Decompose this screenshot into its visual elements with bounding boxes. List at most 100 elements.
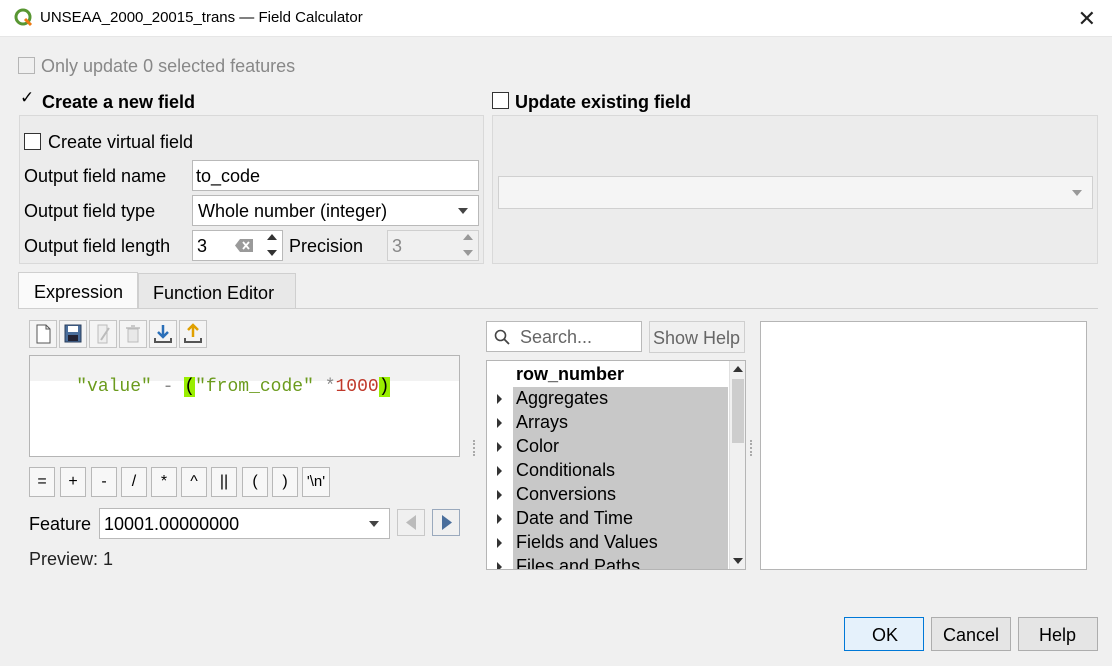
operator-minus-button[interactable]: -: [91, 467, 117, 497]
tree-item-date-and-time[interactable]: Date and Time: [487, 507, 728, 531]
tree-item-label: Conversions: [516, 484, 617, 504]
operator-newline-button[interactable]: '\n': [302, 467, 330, 497]
checkbox-box: ✓: [19, 88, 36, 109]
tree-item-label: Color: [516, 436, 560, 456]
chevron-down-icon: [369, 520, 379, 527]
tree-item-label: Files and Paths: [516, 556, 641, 570]
tree-item-label: row_number: [516, 364, 625, 384]
expression-editor[interactable]: "value" - ("from_code" *1000): [29, 355, 460, 457]
output-field-name-value: to_code: [196, 166, 261, 186]
expr-close-paren: ): [378, 377, 390, 397]
expand-arrow-icon[interactable]: [497, 562, 502, 569]
clear-icon[interactable]: [235, 239, 253, 252]
expr-operator-mult: *: [313, 377, 336, 397]
checkbox-box: [18, 57, 35, 74]
update-existing-field-label: Update existing field: [515, 92, 692, 112]
download-icon: [154, 325, 172, 343]
scroll-thumb[interactable]: [732, 379, 744, 443]
expand-arrow-icon[interactable]: [497, 514, 502, 524]
output-field-length-label: Output field length: [24, 236, 171, 256]
tree-item-color[interactable]: Color: [487, 435, 728, 459]
precision-spinbox[interactable]: 3: [387, 230, 479, 261]
delete-button[interactable]: [119, 320, 147, 348]
only-update-checkbox[interactable]: Only update 0 selected features: [18, 56, 318, 81]
expand-arrow-icon[interactable]: [497, 442, 502, 452]
close-icon[interactable]: ✕: [1078, 6, 1096, 32]
expand-arrow-icon[interactable]: [497, 466, 502, 476]
tree-item-conditionals[interactable]: Conditionals: [487, 459, 728, 483]
trash-icon: [126, 325, 140, 343]
virtual-field-checkbox[interactable]: Create virtual field: [24, 132, 244, 154]
checkbox-box: [492, 92, 509, 109]
splitter-handle[interactable]: [750, 440, 753, 456]
output-field-type-combo[interactable]: Whole number (integer): [192, 195, 479, 226]
spin-up-icon[interactable]: [267, 234, 277, 240]
output-field-type-label: Output field type: [24, 201, 156, 221]
operator-plus-button[interactable]: +: [60, 467, 86, 497]
operator-equals-button[interactable]: =: [29, 467, 55, 497]
export-button[interactable]: [179, 320, 207, 348]
previous-feature-button[interactable]: [397, 509, 425, 536]
operator-power-button[interactable]: ^: [181, 467, 207, 497]
expand-arrow-icon[interactable]: [497, 394, 502, 404]
operator-close-paren-button[interactable]: ): [272, 467, 298, 497]
expand-arrow-icon[interactable]: [497, 490, 502, 500]
output-field-type-value: Whole number (integer): [198, 201, 388, 221]
help-panel: [760, 321, 1087, 570]
expand-arrow-icon[interactable]: [497, 418, 502, 428]
tree-item-row-number[interactable]: row_number: [487, 363, 728, 387]
create-field-group: Create virtual field Output field name t…: [19, 115, 484, 264]
operator-multiply-button[interactable]: *: [151, 467, 177, 497]
help-button[interactable]: Help: [1018, 617, 1098, 651]
edit-button[interactable]: [89, 320, 117, 348]
cancel-label: Cancel: [943, 625, 1000, 645]
spin-down-icon[interactable]: [267, 250, 277, 256]
tree-item-label: Fields and Values: [516, 532, 658, 552]
function-tree[interactable]: row_number Aggregates Arrays Color Condi…: [486, 360, 746, 570]
tree-item-fields-and-values[interactable]: Fields and Values: [487, 531, 728, 555]
show-help-label: Show Help: [653, 328, 741, 348]
output-field-length-spinbox[interactable]: 3: [192, 230, 283, 261]
search-input[interactable]: Search...: [486, 321, 642, 352]
spin-down-icon[interactable]: [463, 250, 473, 256]
tree-item-label: Arrays: [516, 412, 569, 432]
search-placeholder: Search...: [520, 327, 593, 347]
output-field-name-input[interactable]: to_code: [192, 160, 479, 191]
tree-scrollbar[interactable]: [729, 361, 745, 569]
tree-item-aggregates[interactable]: Aggregates: [487, 387, 728, 411]
scroll-down-icon[interactable]: [733, 558, 743, 564]
tab-function-editor[interactable]: Function Editor: [138, 273, 296, 309]
existing-field-combo[interactable]: [498, 176, 1093, 209]
show-help-button[interactable]: Show Help: [649, 321, 745, 353]
splitter-handle[interactable]: [473, 440, 476, 456]
operator-open-paren-button[interactable]: (: [242, 467, 268, 497]
window-title: UNSEAA_2000_20015_trans — Field Calculat…: [40, 9, 363, 26]
title-bar: UNSEAA_2000_20015_trans — Field Calculat…: [0, 0, 1112, 37]
save-button[interactable]: [59, 320, 87, 348]
next-feature-button[interactable]: [432, 509, 460, 536]
new-file-button[interactable]: [29, 320, 57, 348]
tab-function-editor-label: Function Editor: [153, 283, 275, 303]
create-new-field-label: Create a new field: [42, 92, 196, 112]
qgis-logo-icon: [14, 8, 33, 27]
import-button[interactable]: [149, 320, 177, 348]
ok-button[interactable]: OK: [844, 617, 924, 651]
operator-divide-button[interactable]: /: [121, 467, 147, 497]
update-existing-field-checkbox[interactable]: Update existing field: [492, 92, 712, 114]
expand-arrow-icon[interactable]: [497, 538, 502, 548]
tab-expression[interactable]: Expression: [18, 272, 138, 309]
tree-item-files-and-paths[interactable]: Files and Paths: [487, 555, 728, 570]
cancel-button[interactable]: Cancel: [931, 617, 1011, 651]
help-label: Help: [1039, 625, 1077, 645]
edit-icon: [97, 324, 110, 344]
search-icon: [494, 329, 510, 345]
checkbox-box: [24, 133, 41, 150]
precision-label: Precision: [289, 236, 364, 256]
operator-concat-button[interactable]: ||: [211, 467, 237, 497]
tree-item-conversions[interactable]: Conversions: [487, 483, 728, 507]
tree-item-arrays[interactable]: Arrays: [487, 411, 728, 435]
scroll-up-icon[interactable]: [733, 366, 743, 372]
create-new-field-checkbox[interactable]: ✓ Create a new field: [19, 88, 219, 114]
feature-combo[interactable]: 10001.00000000: [99, 508, 390, 539]
spin-up-icon[interactable]: [463, 234, 473, 240]
